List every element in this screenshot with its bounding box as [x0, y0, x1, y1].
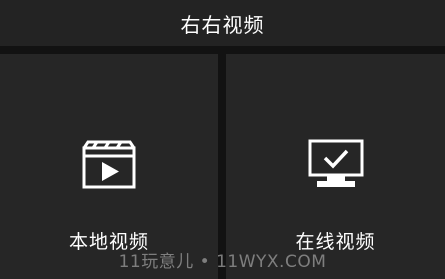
- app-title: 右右视频: [180, 12, 265, 37]
- local-video-tile[interactable]: 本地视频: [0, 54, 218, 279]
- clapperboard-play-icon: [82, 140, 136, 189]
- watermark-text: 11玩意儿 • 11WYX.COM: [118, 252, 327, 272]
- monitor-check-icon: [308, 139, 363, 187]
- header-bar: 右右视频: [0, 0, 445, 46]
- app-window: 右右视频 本地视频 在线视频 11玩意儿 • 11WYX.COM: [0, 0, 445, 279]
- online-video-tile[interactable]: 在线视频: [226, 54, 445, 279]
